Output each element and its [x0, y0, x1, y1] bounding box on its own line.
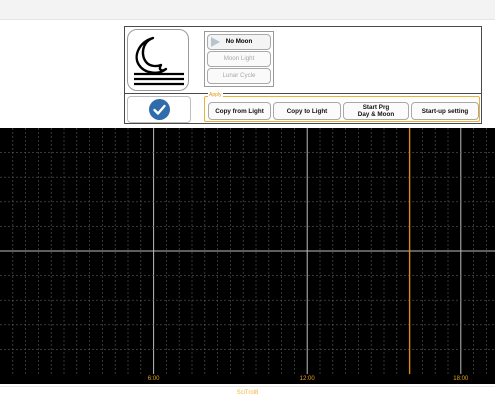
- apply-group: Apply Copy from Light Copy to Light Star…: [204, 92, 480, 122]
- crescent-moon-icon: [134, 36, 184, 86]
- copy-from-light-button[interactable]: Copy from Light: [208, 102, 271, 120]
- x-tick-label: 18:00: [453, 376, 469, 382]
- mode-button-lunar-cycle[interactable]: Lunar Cycle: [207, 68, 271, 84]
- confirm-button-frame[interactable]: [127, 96, 191, 123]
- moon-mode-icon-tile[interactable]: [127, 29, 189, 91]
- moon-settings-panel: No Moon Moon Light Lunar Cycle Apply Cop…: [124, 26, 482, 124]
- button-label: Copy to Light: [286, 107, 328, 115]
- copy-to-light-button[interactable]: Copy to Light: [273, 102, 341, 120]
- footer-label: SciTrol8: [0, 386, 495, 398]
- button-label: Copy from Light: [215, 107, 264, 115]
- time-axis: 6:00 12:00 18:00: [0, 374, 495, 384]
- mode-label: Lunar Cycle: [222, 72, 256, 79]
- chart-grid: [0, 128, 495, 374]
- app-root: No Moon Moon Light Lunar Cycle Apply Cop…: [0, 0, 495, 400]
- button-label: Start Prg Day & Moon: [357, 104, 395, 118]
- apply-legend: Apply: [208, 92, 223, 98]
- panel-divider: [125, 93, 481, 94]
- top-bar: [0, 0, 495, 20]
- checkmark-icon: [153, 104, 166, 115]
- play-icon: [211, 37, 220, 47]
- moon-mode-selector: No Moon Moon Light Lunar Cycle: [204, 31, 274, 87]
- mode-button-moon-light[interactable]: Moon Light: [207, 51, 271, 67]
- mode-button-no-moon[interactable]: No Moon: [207, 34, 271, 50]
- x-tick-label: 12:00: [299, 376, 315, 382]
- mode-label: No Moon: [225, 38, 253, 45]
- moon-schedule-chart[interactable]: [0, 128, 495, 374]
- confirm-button[interactable]: [149, 99, 170, 120]
- start-program-day-moon-button[interactable]: Start Prg Day & Moon: [343, 102, 409, 120]
- startup-setting-button[interactable]: Start-up setting: [411, 102, 479, 120]
- x-tick-label: 6:00: [147, 376, 160, 382]
- mode-label: Moon Light: [223, 55, 255, 62]
- button-label: Start-up setting: [421, 107, 469, 115]
